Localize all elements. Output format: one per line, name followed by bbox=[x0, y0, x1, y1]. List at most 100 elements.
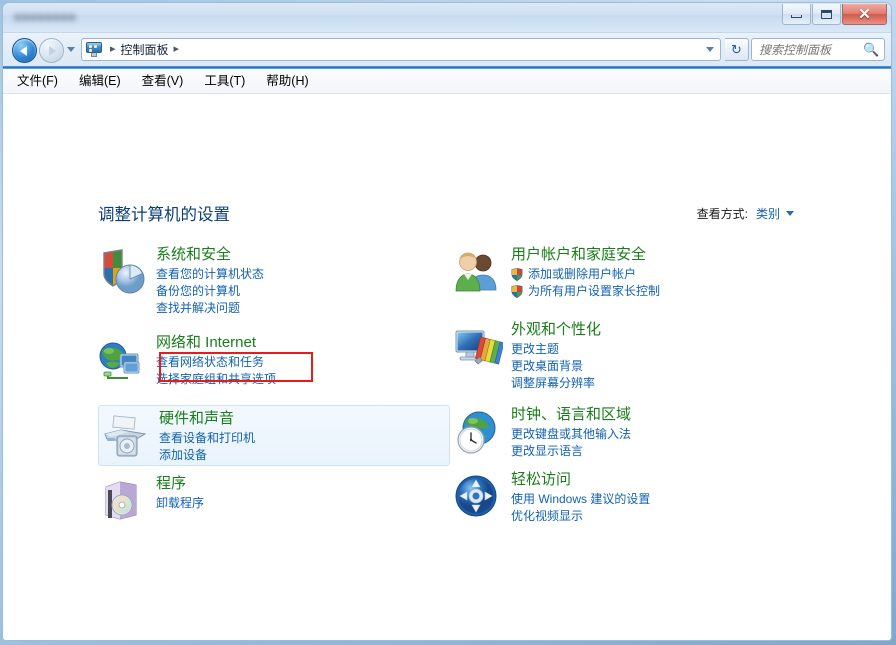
category-link-label: 更改键盘或其他输入法 bbox=[511, 427, 632, 442]
category-title[interactable]: 硬件和声音 bbox=[159, 410, 255, 427]
category-body: 系统和安全 查看您的计算机状态 备份您的计算机 查找并解决问题 bbox=[156, 246, 264, 317]
maximize-button[interactable] bbox=[812, 4, 841, 25]
chevron-down-icon[interactable] bbox=[786, 211, 794, 216]
category-system-and-security[interactable]: 系统和安全 查看您的计算机状态 备份您的计算机 查找并解决问题 bbox=[98, 246, 448, 317]
category-link-label: 添加或删除用户帐户 bbox=[528, 267, 637, 282]
menu-item-edit[interactable]: 编辑(E) bbox=[79, 75, 121, 88]
category-title[interactable]: 时钟、语言和区域 bbox=[511, 406, 631, 423]
category-title[interactable]: 轻松访问 bbox=[511, 471, 650, 488]
forward-button[interactable] bbox=[39, 38, 64, 63]
address-dropdown-button[interactable] bbox=[706, 47, 714, 52]
category-link[interactable]: 添加或删除用户帐户 bbox=[511, 266, 660, 283]
category-title[interactable]: 程序 bbox=[156, 475, 204, 492]
category-programs[interactable]: 程序 卸载程序 bbox=[98, 475, 448, 527]
search-icon[interactable]: 🔍 bbox=[863, 43, 879, 56]
maximize-icon bbox=[821, 9, 832, 19]
programs-icon bbox=[98, 477, 148, 527]
category-link[interactable]: 优化视频显示 bbox=[511, 508, 650, 525]
category-ease-of-access[interactable]: 轻松访问 使用 Windows 建议的设置 优化视频显示 bbox=[453, 471, 813, 525]
breadcrumb-separator-1[interactable]: ▸ bbox=[174, 44, 180, 55]
category-link-label: 查看设备和打印机 bbox=[159, 431, 256, 446]
category-link[interactable]: 更改键盘或其他输入法 bbox=[511, 426, 631, 443]
control-panel-window: ■■■■■■■■ ✕ ▸ 控制面板 ▸ ↻ 搜索控制面板 🔍 文件(F) 编辑(… bbox=[2, 2, 892, 641]
category-body: 硬件和声音 查看设备和打印机 添加设备 bbox=[159, 410, 255, 465]
category-body: 轻松访问 使用 Windows 建议的设置 优化视频显示 bbox=[511, 471, 650, 525]
menu-bar: 文件(F) 编辑(E) 查看(V) 工具(T) 帮助(H) bbox=[3, 69, 891, 94]
minimize-button[interactable] bbox=[782, 4, 811, 25]
category-link-label: 添加设备 bbox=[159, 448, 208, 463]
close-button[interactable]: ✕ bbox=[842, 4, 887, 25]
category-link[interactable]: 查看设备和打印机 bbox=[159, 430, 255, 447]
printer-icon bbox=[101, 412, 151, 462]
view-by-value[interactable]: 类别 bbox=[756, 205, 780, 222]
category-link-label: 卸载程序 bbox=[156, 496, 205, 511]
category-hardware-and-sound[interactable]: 硬件和声音 查看设备和打印机 添加设备 bbox=[98, 405, 450, 466]
uac-shield-icon bbox=[511, 285, 523, 299]
category-link-label: 查看您的计算机状态 bbox=[156, 267, 265, 282]
category-link-label: 优化视频显示 bbox=[511, 509, 584, 524]
category-body: 外观和个性化 更改主题 更改桌面背景 调整屏幕分辨率 bbox=[511, 321, 601, 392]
category-link-label: 备份您的计算机 bbox=[156, 284, 241, 299]
category-link-label: 调整屏幕分辨率 bbox=[511, 376, 596, 391]
control-panel-icon bbox=[86, 42, 102, 57]
category-link-label: 更改主题 bbox=[511, 342, 560, 357]
refresh-button[interactable]: ↻ bbox=[725, 38, 749, 61]
close-icon: ✕ bbox=[858, 5, 871, 23]
category-link[interactable]: 更改主题 bbox=[511, 341, 601, 358]
category-body: 时钟、语言和区域 更改键盘或其他输入法 更改显示语言 bbox=[511, 406, 631, 460]
window-title: ■■■■■■■■ bbox=[14, 10, 76, 24]
category-link[interactable]: 查看您的计算机状态 bbox=[156, 266, 264, 283]
page-title: 调整计算机的设置 bbox=[98, 206, 230, 224]
category-user-accounts-and-family-safety[interactable]: 用户帐户和家庭安全 添加或删除用户帐户 为所有用户设置家长控制 bbox=[453, 246, 813, 300]
category-link-label: 为所有用户设置家长控制 bbox=[528, 284, 661, 299]
menu-item-tools[interactable]: 工具(T) bbox=[204, 75, 245, 88]
category-title[interactable]: 系统和安全 bbox=[156, 246, 264, 263]
category-link[interactable]: 卸载程序 bbox=[156, 495, 204, 512]
category-link-label: 查找并解决问题 bbox=[156, 301, 241, 316]
category-link-label: 查看网络状态和任务 bbox=[156, 355, 265, 370]
content-area: 调整计算机的设置 查看方式: 类别 系统和安全 查看您的计算机状态 备份您的计算… bbox=[3, 94, 891, 640]
category-link-label: 选择家庭组和共享选项 bbox=[156, 372, 277, 387]
category-link[interactable]: 备份您的计算机 bbox=[156, 283, 264, 300]
category-body: 程序 卸载程序 bbox=[156, 475, 204, 527]
category-link[interactable]: 更改桌面背景 bbox=[511, 358, 601, 375]
menu-item-view[interactable]: 查看(V) bbox=[142, 75, 184, 88]
category-title[interactable]: 用户帐户和家庭安全 bbox=[511, 246, 660, 263]
appearance-icon bbox=[453, 323, 505, 373]
category-link[interactable]: 更改显示语言 bbox=[511, 443, 631, 460]
address-bar[interactable]: ▸ 控制面板 ▸ bbox=[81, 38, 721, 61]
menu-item-file[interactable]: 文件(F) bbox=[17, 75, 58, 88]
window-controls: ✕ bbox=[781, 4, 887, 25]
view-by-control[interactable]: 查看方式: 类别 bbox=[697, 205, 794, 222]
category-appearance-and-personalization[interactable]: 外观和个性化 更改主题 更改桌面背景 调整屏幕分辨率 bbox=[453, 321, 813, 392]
category-network-and-internet[interactable]: 网络和 Internet 查看网络状态和任务 选择家庭组和共享选项 bbox=[98, 334, 448, 388]
category-link-label: 使用 Windows 建议的设置 bbox=[511, 492, 651, 507]
category-title[interactable]: 网络和 Internet bbox=[156, 334, 276, 351]
category-body: 网络和 Internet 查看网络状态和任务 选择家庭组和共享选项 bbox=[156, 334, 276, 388]
category-link[interactable]: 选择家庭组和共享选项 bbox=[156, 371, 276, 388]
breadcrumb-separator-0: ▸ bbox=[110, 43, 116, 55]
category-link[interactable]: 查看网络状态和任务 bbox=[156, 354, 276, 371]
navigation-bar: ▸ 控制面板 ▸ ↻ 🔍 bbox=[3, 33, 891, 66]
category-title[interactable]: 外观和个性化 bbox=[511, 321, 601, 338]
view-by-label: 查看方式: bbox=[696, 207, 748, 221]
category-link[interactable]: 查找并解决问题 bbox=[156, 300, 264, 317]
clock-globe-icon bbox=[453, 408, 503, 458]
breadcrumb-item-control-panel[interactable]: 控制面板 bbox=[121, 44, 169, 56]
category-link[interactable]: 为所有用户设置家长控制 bbox=[511, 283, 660, 300]
chevron-down-icon bbox=[706, 47, 714, 52]
recent-pages-button[interactable] bbox=[65, 44, 76, 55]
minimize-icon bbox=[791, 15, 802, 18]
category-clock-language-and-region[interactable]: 时钟、语言和区域 更改键盘或其他输入法 更改显示语言 bbox=[453, 406, 813, 460]
search-input[interactable] bbox=[759, 42, 863, 57]
search-box[interactable]: 🔍 bbox=[751, 38, 885, 61]
window-titlebar: ■■■■■■■■ ✕ bbox=[3, 3, 891, 33]
refresh-icon: ↻ bbox=[731, 41, 742, 57]
category-link[interactable]: 添加设备 bbox=[159, 447, 255, 464]
category-link-label: 更改显示语言 bbox=[511, 444, 584, 459]
category-link[interactable]: 调整屏幕分辨率 bbox=[511, 375, 601, 392]
back-button[interactable] bbox=[12, 38, 37, 63]
category-link[interactable]: 使用 Windows 建议的设置 bbox=[511, 491, 650, 508]
menu-item-help[interactable]: 帮助(H) bbox=[266, 75, 308, 88]
category-link-label: 更改桌面背景 bbox=[511, 359, 584, 374]
